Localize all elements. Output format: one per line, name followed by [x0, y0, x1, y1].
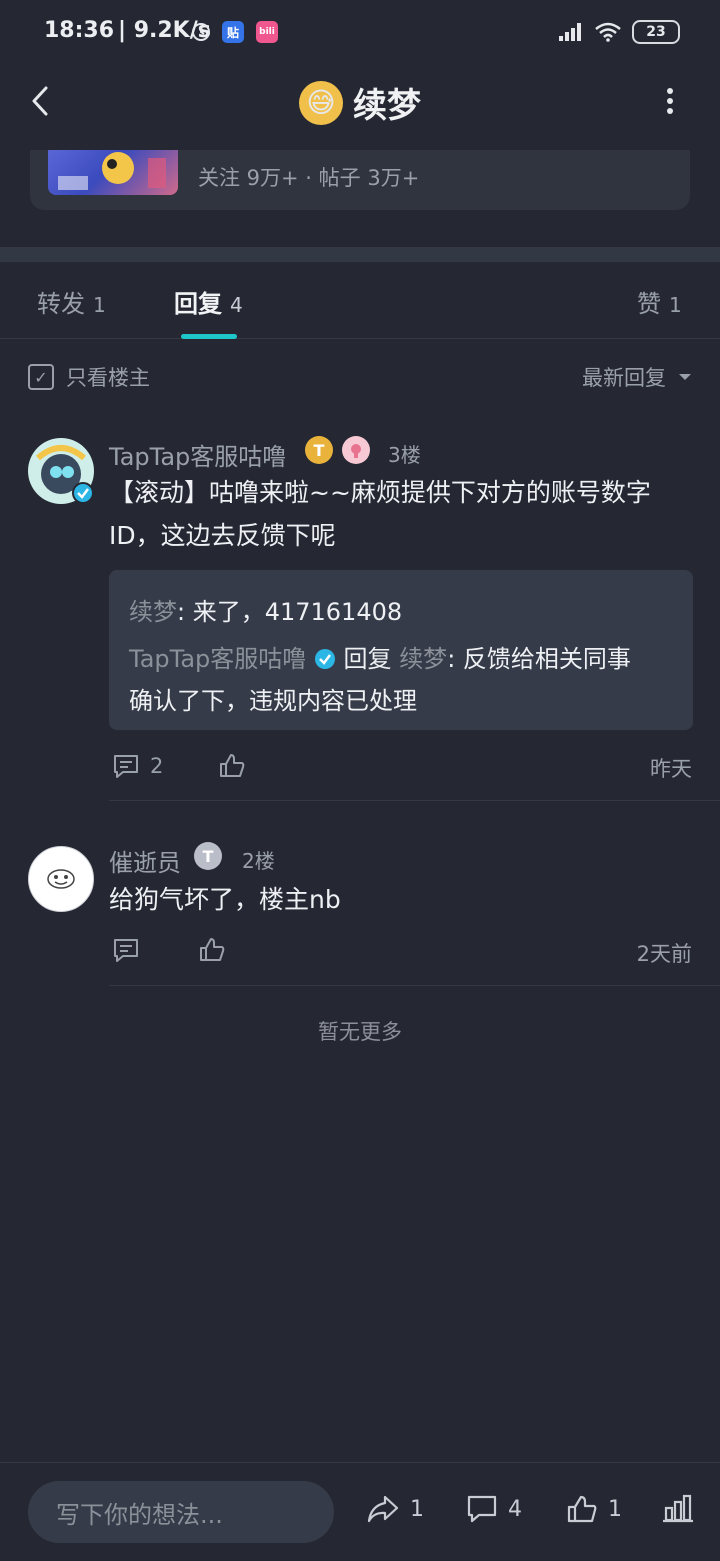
comments-button[interactable]: 4	[466, 1494, 522, 1524]
character-badge-icon	[342, 436, 370, 464]
reply-text: 给狗气坏了，楼主nb	[109, 885, 341, 914]
divider	[109, 985, 720, 986]
tab-likes-count: 1	[669, 293, 682, 317]
alarm-icon	[190, 20, 212, 42]
avatar[interactable]	[28, 846, 94, 912]
comment-count: 2	[150, 754, 164, 778]
sub-reply-text: : 反馈给相关同事	[447, 645, 631, 673]
reply-author-name[interactable]: 催逝员	[109, 843, 181, 878]
level-badge-icon: T	[305, 436, 333, 464]
stats-icon[interactable]	[662, 1494, 694, 1524]
reply-time: 昨天	[650, 757, 692, 781]
floor-number: 3楼	[388, 443, 421, 467]
tab-replies-count: 4	[230, 293, 243, 317]
end-of-list-text: 暂无更多	[318, 1020, 402, 1044]
thumbs-up-icon	[567, 1495, 597, 1523]
checkbox-icon[interactable]: ✓	[28, 364, 54, 390]
comment-icon	[114, 755, 138, 778]
sub-reply-text-cont: 确认了下，违规内容已处理	[129, 687, 417, 715]
status-bar: 18:36 | 9.2K/s 贴 bili 23	[0, 0, 720, 64]
wifi-icon	[594, 22, 622, 42]
likes-count: 1	[608, 1496, 622, 1522]
caret-down-icon	[678, 372, 692, 382]
share-button[interactable]: 1	[366, 1494, 424, 1524]
level-badge-icon: T	[194, 842, 222, 870]
reply-text: 【滚动】咕噜来啦~~麻烦提供下对方的账号数字ID，这边去反馈下呢	[109, 478, 651, 550]
tab-likes-label: 赞	[637, 290, 661, 318]
tab-replies-label: 回复	[174, 290, 222, 318]
comment-button[interactable]: 2	[112, 752, 163, 780]
verified-badge-icon	[314, 648, 336, 670]
share-icon	[367, 1495, 399, 1523]
signal-icon	[558, 22, 584, 42]
only-op-label: 只看楼主	[66, 366, 150, 390]
status-right-icons: 23	[558, 20, 680, 44]
sort-dropdown[interactable]: 最新回复	[582, 362, 692, 392]
sub-reply: 续梦: 来了，417161408	[129, 592, 402, 627]
tab-bar	[0, 262, 720, 339]
comments-count: 4	[508, 1496, 522, 1522]
thumbs-up-icon	[220, 754, 245, 777]
tab-replies[interactable]: 回复 4	[174, 284, 243, 319]
reply-word: 回复	[343, 645, 392, 673]
forum-thumbnail	[48, 150, 178, 195]
floor-number: 2楼	[242, 849, 275, 873]
sub-reply-author[interactable]: TapTap客服咕噜	[129, 645, 306, 673]
page-title-group: 😅 续梦	[0, 78, 720, 127]
comment-input[interactable]: 写下你的想法...	[28, 1481, 334, 1543]
comment-icon	[114, 939, 138, 962]
more-menu-icon[interactable]	[664, 86, 676, 116]
tab-forward[interactable]: 转发 1	[37, 284, 106, 319]
reply-time: 2天前	[636, 942, 692, 966]
tab-forward-count: 1	[93, 293, 106, 317]
sub-reply-author[interactable]: 续梦	[129, 598, 177, 626]
reply-author-name[interactable]: TapTap客服咕噜	[109, 437, 286, 472]
verified-badge-icon	[72, 482, 94, 504]
sub-reply-text: : 来了，417161408	[177, 598, 403, 626]
only-op-toggle[interactable]: ✓ 只看楼主	[28, 362, 150, 392]
active-tab-indicator	[181, 334, 237, 339]
bilibili-app-icon: bili	[256, 21, 278, 43]
sort-label: 最新回复	[582, 366, 666, 390]
battery-indicator: 23	[632, 20, 680, 44]
reply-target[interactable]: 续梦	[399, 645, 447, 673]
tab-likes[interactable]: 赞1	[637, 284, 682, 319]
forum-stats: 关注 9万+ · 帖子 3万+	[198, 166, 420, 190]
tab-forward-label: 转发	[37, 290, 85, 318]
page-title: 续梦	[353, 86, 421, 126]
comment-icon	[467, 1495, 497, 1523]
like-button[interactable]	[218, 752, 246, 780]
like-post-button[interactable]: 1	[566, 1494, 622, 1524]
thumbs-up-icon	[200, 938, 225, 961]
share-count: 1	[410, 1496, 424, 1522]
tieba-app-icon: 贴	[222, 21, 244, 43]
like-button[interactable]	[198, 936, 226, 964]
title-emoji: 😅	[299, 80, 343, 125]
sub-reply: TapTap客服咕噜 回复 续梦: 反馈给相关同事 确认了下，违规内容已处理	[129, 638, 689, 722]
status-time: 18:36	[44, 18, 115, 43]
sub-replies-box[interactable]: 续梦: 来了，417161408 TapTap客服咕噜 回复 续梦: 反馈给相关…	[109, 570, 693, 730]
section-divider	[0, 247, 720, 262]
divider	[109, 800, 720, 801]
comment-button[interactable]	[112, 936, 140, 964]
